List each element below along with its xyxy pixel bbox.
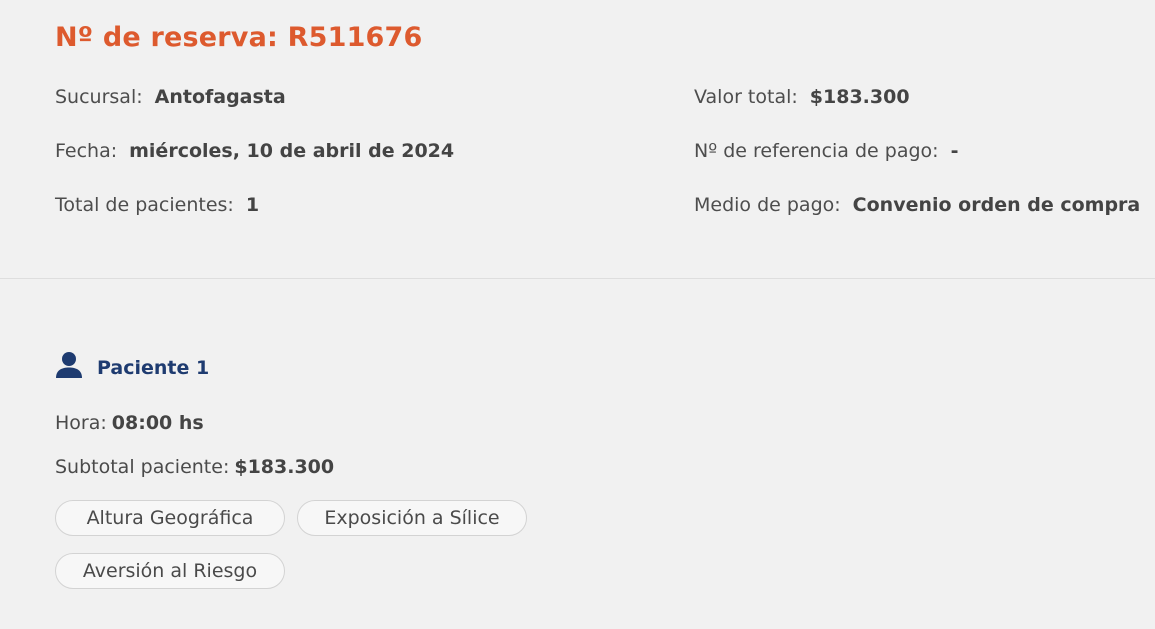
time-label: Hora:: [55, 412, 107, 434]
patient-subtotal-row: Subtotal paciente: $183.300: [55, 455, 334, 479]
branch-label: Sucursal:: [55, 86, 143, 108]
reservation-summary: Nº de reserva: R511676 Sucursal: Antofaga…: [0, 0, 1155, 279]
branch-row: Sucursal: Antofagasta: [55, 85, 286, 109]
patient-header: Paciente 1: [55, 346, 209, 380]
exam-chip: Altura Geográfica: [55, 500, 285, 536]
subtotal-value: $183.300: [234, 456, 335, 478]
payment-reference-row: Nº de referencia de pago: -: [694, 139, 958, 163]
branch-value: Antofagasta: [154, 86, 286, 108]
subtotal-label: Subtotal paciente:: [55, 456, 230, 478]
payment-method-label: Medio de pago:: [694, 194, 841, 216]
patient-name: Paciente 1: [97, 357, 210, 379]
page-title: Nº de reserva: R511676: [55, 22, 423, 53]
total-value: $183.300: [809, 86, 910, 108]
payment-method-value: Convenio orden de compra: [852, 194, 1141, 216]
exam-chip: Exposición a Sílice: [297, 500, 527, 536]
patients-total-value: 1: [245, 194, 260, 216]
person-icon: [55, 350, 85, 380]
date-row: Fecha: miércoles, 10 de abril de 2024: [55, 139, 454, 163]
payment-reference-value: -: [950, 140, 959, 162]
exam-chip: Aversión al Riesgo: [55, 553, 285, 589]
date-value: miércoles, 10 de abril de 2024: [129, 140, 455, 162]
date-label: Fecha:: [55, 140, 118, 162]
patients-total-label: Total de pacientes:: [55, 194, 234, 216]
payment-method-row: Medio de pago: Convenio orden de compra: [694, 193, 1140, 217]
payment-reference-label: Nº de referencia de pago:: [694, 140, 939, 162]
time-value: 08:00 hs: [111, 412, 204, 434]
appointment-time-row: Hora: 08:00 hs: [55, 411, 204, 435]
total-value-label: Valor total:: [694, 86, 798, 108]
total-value-row: Valor total: $183.300: [694, 85, 910, 109]
patients-total-row: Total de pacientes: 1: [55, 193, 259, 217]
